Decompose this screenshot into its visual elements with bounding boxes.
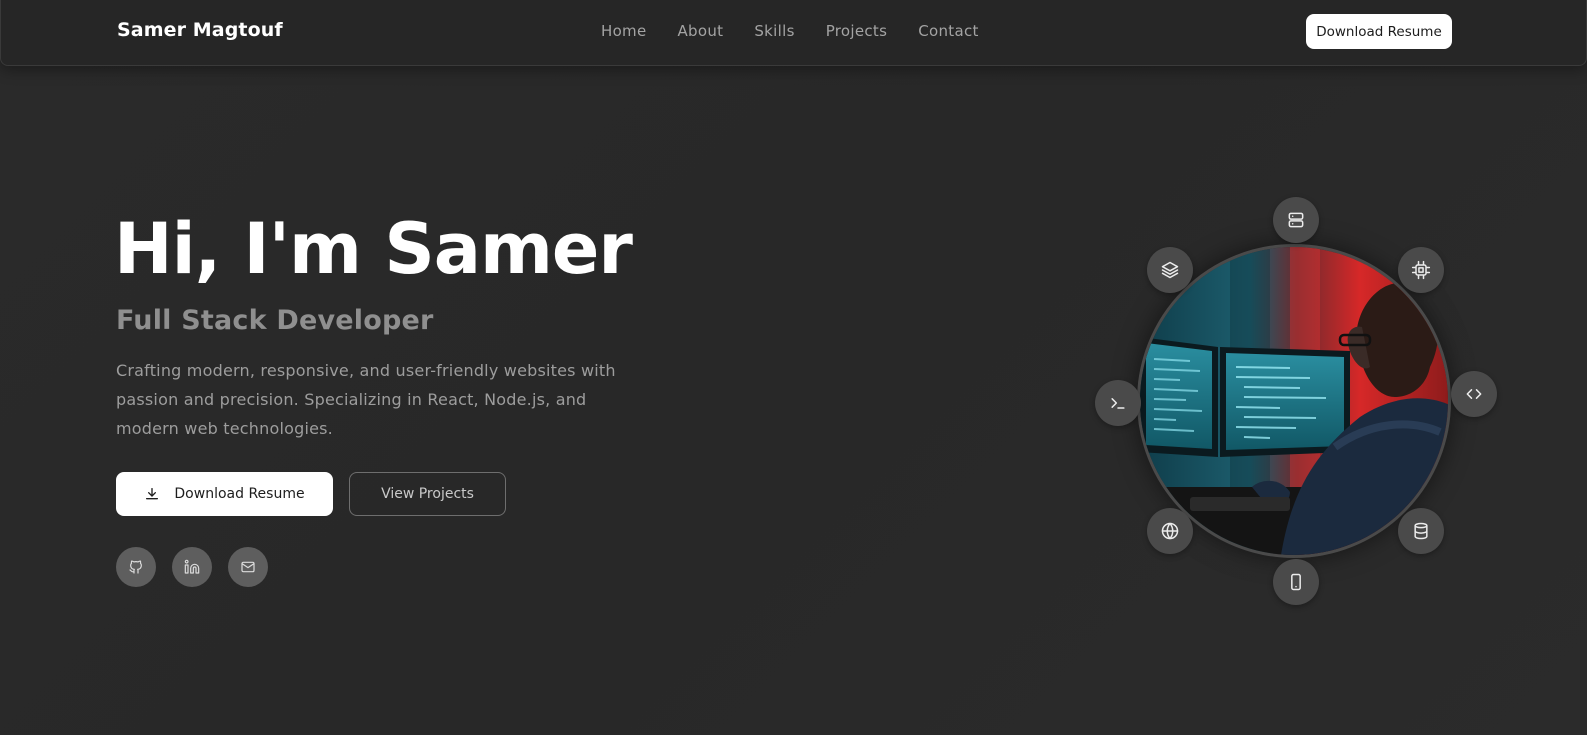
- smartphone-orbit-badge: [1273, 559, 1319, 605]
- navbar: Samer Magtouf Home About Skills Projects…: [0, 0, 1587, 66]
- hero-title: Hi, I'm Samer: [114, 208, 633, 290]
- nav-download-resume-button[interactable]: Download Resume: [1306, 14, 1452, 49]
- nav-links: Home About Skills Projects Contact: [601, 22, 979, 40]
- linkedin-icon: [184, 559, 200, 574]
- nav-link-about[interactable]: About: [678, 22, 724, 40]
- brand-logo[interactable]: Samer Magtouf: [117, 19, 283, 41]
- download-icon: [146, 488, 159, 500]
- code-icon: [1466, 389, 1482, 399]
- download-resume-label: Download Resume: [174, 486, 305, 502]
- nav-link-skills[interactable]: Skills: [754, 22, 794, 40]
- code-orbit-badge: [1451, 371, 1497, 417]
- email-link[interactable]: [228, 547, 268, 587]
- mail-icon: [241, 561, 255, 573]
- globe-icon: [1161, 522, 1179, 540]
- github-icon: [129, 560, 142, 574]
- nav-link-home[interactable]: Home: [601, 22, 647, 40]
- server-icon: [1288, 212, 1304, 228]
- cpu-orbit-badge: [1398, 247, 1444, 293]
- terminal-orbit-badge: [1095, 380, 1141, 426]
- hero-subtitle: Full Stack Developer: [116, 305, 434, 336]
- social-links: [116, 547, 268, 587]
- nav-link-projects[interactable]: Projects: [826, 22, 888, 40]
- layers-icon: [1161, 261, 1179, 279]
- profile-photo: [1137, 244, 1451, 558]
- smartphone-icon: [1291, 573, 1301, 591]
- layers-orbit-badge: [1147, 247, 1193, 293]
- download-resume-button[interactable]: Download Resume: [116, 472, 333, 516]
- developer-illustration: [1140, 247, 1448, 555]
- view-projects-button[interactable]: View Projects: [349, 472, 506, 516]
- database-icon: [1414, 522, 1428, 540]
- nav-link-contact[interactable]: Contact: [918, 22, 978, 40]
- server-orbit-badge: [1273, 197, 1319, 243]
- linkedin-link[interactable]: [172, 547, 212, 587]
- hero-description: Crafting modern, responsive, and user-fr…: [116, 361, 616, 438]
- globe-orbit-badge: [1147, 508, 1193, 554]
- terminal-icon: [1111, 398, 1125, 409]
- github-link[interactable]: [116, 547, 156, 587]
- cpu-icon: [1411, 260, 1431, 280]
- database-orbit-badge: [1398, 508, 1444, 554]
